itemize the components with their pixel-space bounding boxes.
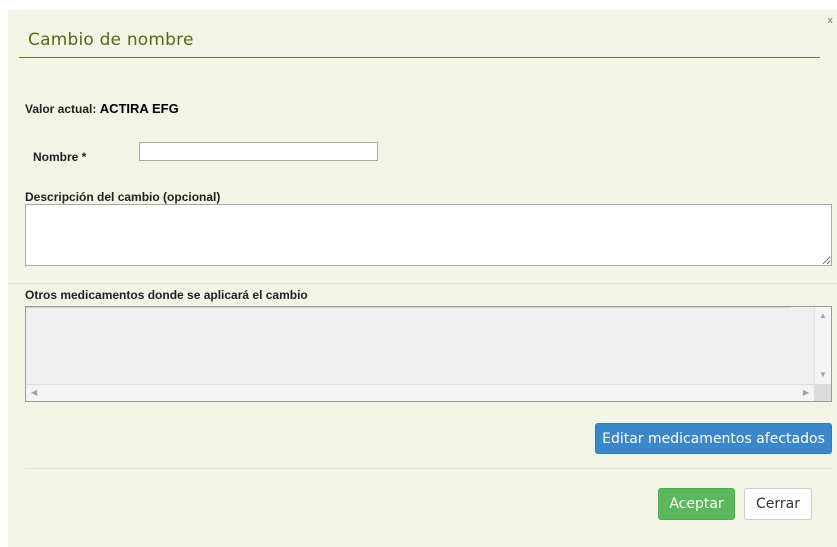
grid-header-line xyxy=(26,307,791,308)
nombre-label: Nombre * xyxy=(33,150,87,164)
vertical-scrollbar[interactable]: ▲ ▼ xyxy=(814,307,831,384)
current-value-text: ACTIRA EFG xyxy=(99,101,179,116)
descripcion-textarea[interactable] xyxy=(25,204,832,266)
nombre-input[interactable] xyxy=(139,142,378,161)
descripcion-label: Descripción del cambio (opcional) xyxy=(25,190,221,204)
edit-affected-medicines-button[interactable]: Editar medicamentos afectados xyxy=(595,423,832,454)
otros-medicamentos-label: Otros medicamentos donde se aplicará el … xyxy=(25,288,308,302)
close-dialog-icon[interactable]: x xyxy=(828,16,833,26)
otros-medicamentos-grid[interactable]: ▲ ▼ ◀ ▶ xyxy=(25,306,832,402)
dialog-title: Cambio de nombre xyxy=(28,30,194,50)
accept-button[interactable]: Aceptar xyxy=(658,488,735,520)
scroll-down-icon[interactable]: ▼ xyxy=(819,371,827,379)
close-button[interactable]: Cerrar xyxy=(744,488,812,520)
title-divider xyxy=(19,57,820,58)
scroll-up-icon[interactable]: ▲ xyxy=(819,312,827,320)
scrollbar-corner xyxy=(814,384,831,401)
current-value: Valor actual: ACTIRA EFG xyxy=(25,101,179,116)
section-divider xyxy=(8,283,837,284)
current-value-label: Valor actual: xyxy=(25,102,97,116)
footer-divider xyxy=(25,468,832,469)
horizontal-scrollbar[interactable]: ◀ ▶ xyxy=(26,384,814,401)
scroll-left-icon[interactable]: ◀ xyxy=(31,389,37,397)
change-name-dialog: x Cambio de nombre Valor actual: ACTIRA … xyxy=(8,10,837,547)
scroll-right-icon[interactable]: ▶ xyxy=(803,389,809,397)
